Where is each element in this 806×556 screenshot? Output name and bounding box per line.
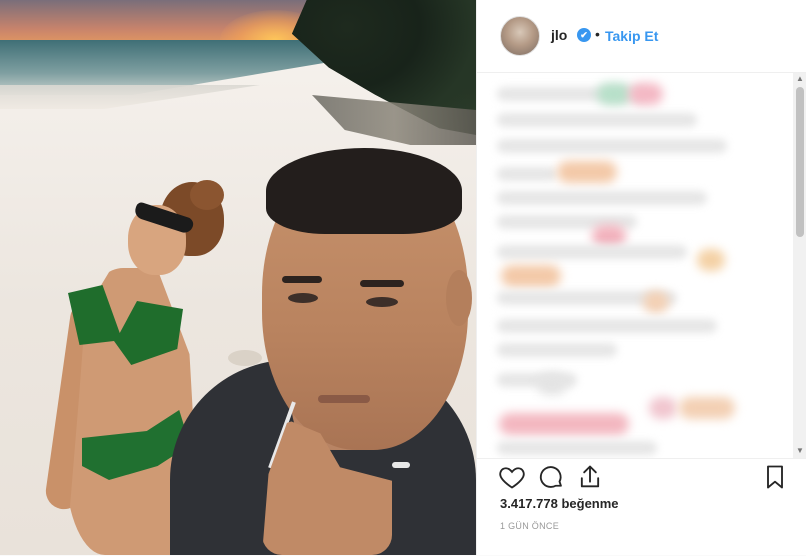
verified-badge-icon: ✔	[577, 28, 591, 42]
username-link[interactable]: jlo	[551, 27, 567, 43]
separator-dot: •	[595, 26, 600, 42]
man-left-eye	[288, 293, 318, 303]
likes-number: 3.417.778	[500, 496, 558, 511]
post-actions: 3.417.778 beğenme 1 GÜN ÖNCE	[477, 458, 806, 556]
post-header: jlo ✔ • Takip Et	[477, 0, 806, 73]
man-right-eye	[366, 297, 398, 307]
post-timestamp[interactable]: 1 GÜN ÖNCE	[500, 521, 559, 531]
instagram-post: jlo ✔ • Takip Et ▲ ▼ 3.417.778 beğenme 1…	[0, 0, 806, 555]
man-left-brow	[282, 276, 322, 283]
photo-shoreline	[0, 85, 260, 109]
comments-scrollbar[interactable]: ▲ ▼	[793, 73, 806, 458]
post-photo[interactable]	[0, 0, 476, 555]
hoodie-drawstring-tip	[392, 462, 410, 468]
scrollbar-thumb[interactable]	[796, 87, 804, 237]
man-right-brow	[360, 280, 404, 287]
post-side-panel: jlo ✔ • Takip Et ▲ ▼ 3.417.778 beğenme 1…	[476, 0, 806, 555]
share-icon[interactable]	[576, 463, 604, 491]
comment-icon[interactable]	[537, 463, 565, 491]
scroll-up-arrow-icon[interactable]: ▲	[795, 73, 805, 85]
man-ear	[446, 270, 472, 326]
heart-icon[interactable]	[498, 463, 526, 491]
comments-list-blurred[interactable]	[477, 73, 794, 458]
likes-label: beğenme	[561, 496, 619, 511]
woman-hair-bun	[190, 180, 224, 210]
man-hair	[266, 148, 462, 234]
likes-count[interactable]: 3.417.778 beğenme	[500, 496, 619, 511]
avatar[interactable]	[500, 16, 540, 56]
follow-button[interactable]: Takip Et	[605, 28, 658, 44]
man-mouth	[318, 395, 370, 403]
scroll-down-arrow-icon[interactable]: ▼	[795, 445, 805, 457]
bookmark-icon[interactable]	[761, 463, 789, 491]
